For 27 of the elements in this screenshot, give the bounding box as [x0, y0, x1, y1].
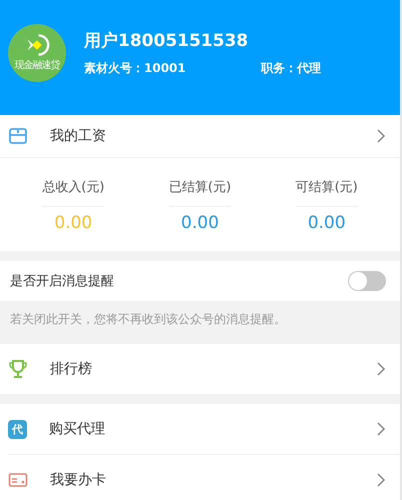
- position: 职务：代理: [261, 60, 321, 76]
- row-label: 我要办卡: [50, 471, 107, 489]
- stat-label: 总收入(元): [42, 179, 104, 196]
- salary-row[interactable]: 我的工资: [0, 115, 400, 158]
- trophy-icon: [8, 359, 28, 379]
- logo: 现金融速贷: [8, 24, 66, 82]
- row-label: 排行榜: [50, 360, 93, 378]
- material-number: 素材火号：10001: [84, 60, 187, 76]
- chevron-icon: [376, 361, 386, 377]
- row-label: 我的工资: [50, 127, 107, 145]
- stat-value: 0.00: [54, 213, 92, 233]
- stat-value: 0.00: [181, 213, 219, 233]
- stat-label: 已结算(元): [168, 179, 232, 196]
- stat-value: 0.00: [308, 213, 346, 233]
- chevron-icon: [376, 472, 386, 488]
- menu-item[interactable]: 代 购买代理: [0, 404, 400, 454]
- chevron-icon: [376, 128, 386, 144]
- agent-icon: 代: [8, 420, 27, 438]
- wallet-icon: [8, 126, 28, 146]
- notification-note: 若关闭此开关，您将不再收到该公众号的消息提醒。: [0, 301, 400, 344]
- chevron-icon: [376, 421, 386, 437]
- username: 用户18005151538: [84, 30, 250, 52]
- menu-item[interactable]: 排行榜: [0, 344, 400, 394]
- stat-label: 可结算(元): [296, 179, 358, 196]
- row-label: 购买代理: [49, 420, 106, 438]
- notification-switch[interactable]: [348, 271, 386, 291]
- toggle-label: 是否开启消息提醒: [10, 273, 114, 290]
